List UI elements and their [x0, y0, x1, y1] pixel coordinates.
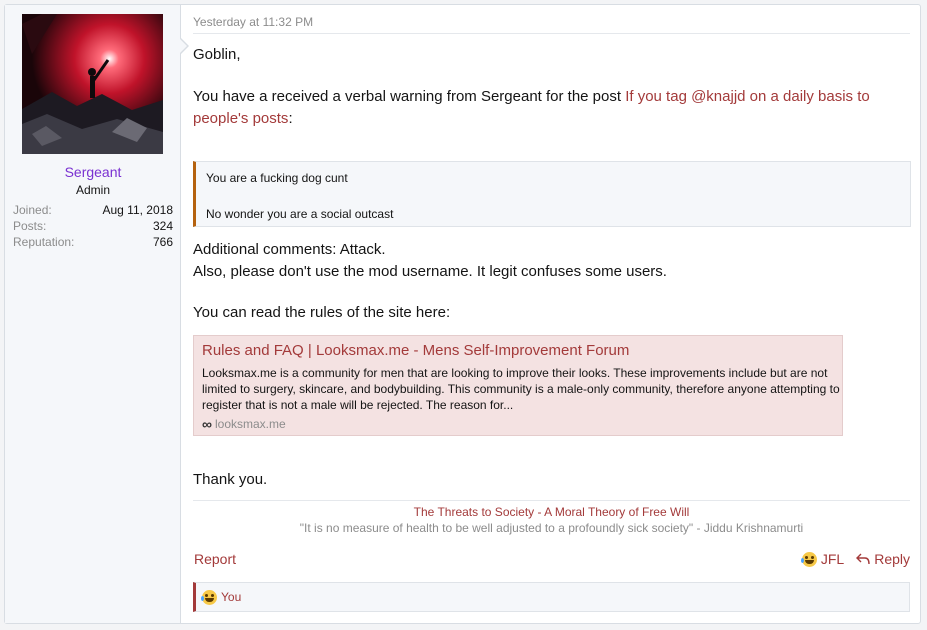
user-stats: Joined: Aug 11, 2018 Posts: 324 Reputati…: [13, 202, 173, 250]
greeting: Goblin,: [193, 46, 241, 63]
signature-link[interactable]: The Threats to Society - A Moral Theory …: [414, 505, 690, 519]
signature-divider: [193, 500, 910, 501]
rules-line: You can read the rules of the site here:: [193, 304, 451, 321]
quote-line: No wonder you are a social outcast: [206, 207, 394, 221]
link-icon: ∞: [202, 416, 212, 432]
post-actions: Report JFL Reply: [193, 551, 910, 569]
user-title: Admin: [75, 183, 110, 197]
link-preview-title[interactable]: Rules and FAQ | Looksmax.me - Mens Self-…: [202, 342, 629, 359]
quote-line: You are a fucking dog cunt: [206, 171, 348, 185]
domain-text: looksmax.me: [214, 417, 286, 431]
quoted-content: You are a fucking dog cunt No wonder you…: [193, 161, 911, 227]
stat-label: Posts:: [13, 219, 47, 233]
stat-posts: Posts: 324: [13, 218, 173, 234]
report-button[interactable]: Report: [194, 551, 236, 567]
signature: The Threats to Society - A Moral Theory …: [193, 505, 910, 519]
user-info-panel: Sergeant Admin Joined: Aug 11, 2018 Post…: [5, 5, 189, 623]
stat-label: Joined:: [13, 203, 52, 217]
stat-value: Aug 11, 2018: [102, 203, 173, 217]
reaction-user[interactable]: You: [221, 590, 241, 604]
reply-button[interactable]: Reply: [856, 551, 910, 567]
post-actions-right: JFL Reply: [800, 551, 910, 567]
stat-value: 766: [152, 235, 173, 249]
link-preview[interactable]: Rules and FAQ | Looksmax.me - Mens Self-…: [193, 335, 843, 436]
post-container: Sergeant Admin Joined: Aug 11, 2018 Post…: [4, 4, 921, 624]
stat-reputation: Reputation: 766: [13, 234, 173, 250]
avatar-image: [22, 14, 163, 154]
link-preview-domain[interactable]: ∞ looksmax.me: [202, 416, 286, 432]
warning-suffix: :: [288, 110, 293, 127]
link-preview-description: Looksmax.me is a community for men that …: [202, 366, 840, 412]
closing: Thank you.: [193, 471, 268, 488]
comments-line: Also, please don't use the mod username.…: [193, 263, 667, 280]
signature-quote: "It is no measure of health to be well a…: [299, 521, 804, 535]
reactions-bar[interactable]: You: [193, 582, 910, 612]
reply-label: Reply: [874, 551, 910, 567]
comments-line: Additional comments: Attack.: [193, 241, 386, 258]
stat-value: 324: [152, 219, 173, 233]
stat-label: Reputation:: [13, 235, 75, 249]
post-main: Yesterday at 11:32 PM Goblin, You have a…: [181, 5, 920, 623]
stat-joined: Joined: Aug 11, 2018: [13, 202, 173, 218]
jfl-reaction-button[interactable]: JFL: [800, 551, 845, 567]
divider: [193, 33, 910, 34]
warning-text: You have a received a verbal warning fro…: [193, 86, 910, 130]
username[interactable]: Sergeant: [5, 164, 181, 180]
laughing-emoji-icon: [201, 589, 217, 605]
warning-prefix: You have a received a verbal warning fro…: [193, 88, 626, 105]
post-date[interactable]: Yesterday at 11:32 PM: [193, 15, 313, 29]
jfl-label: JFL: [820, 551, 845, 567]
avatar[interactable]: [22, 14, 163, 154]
laughing-emoji-icon: [800, 551, 817, 567]
reply-icon: [856, 553, 870, 565]
